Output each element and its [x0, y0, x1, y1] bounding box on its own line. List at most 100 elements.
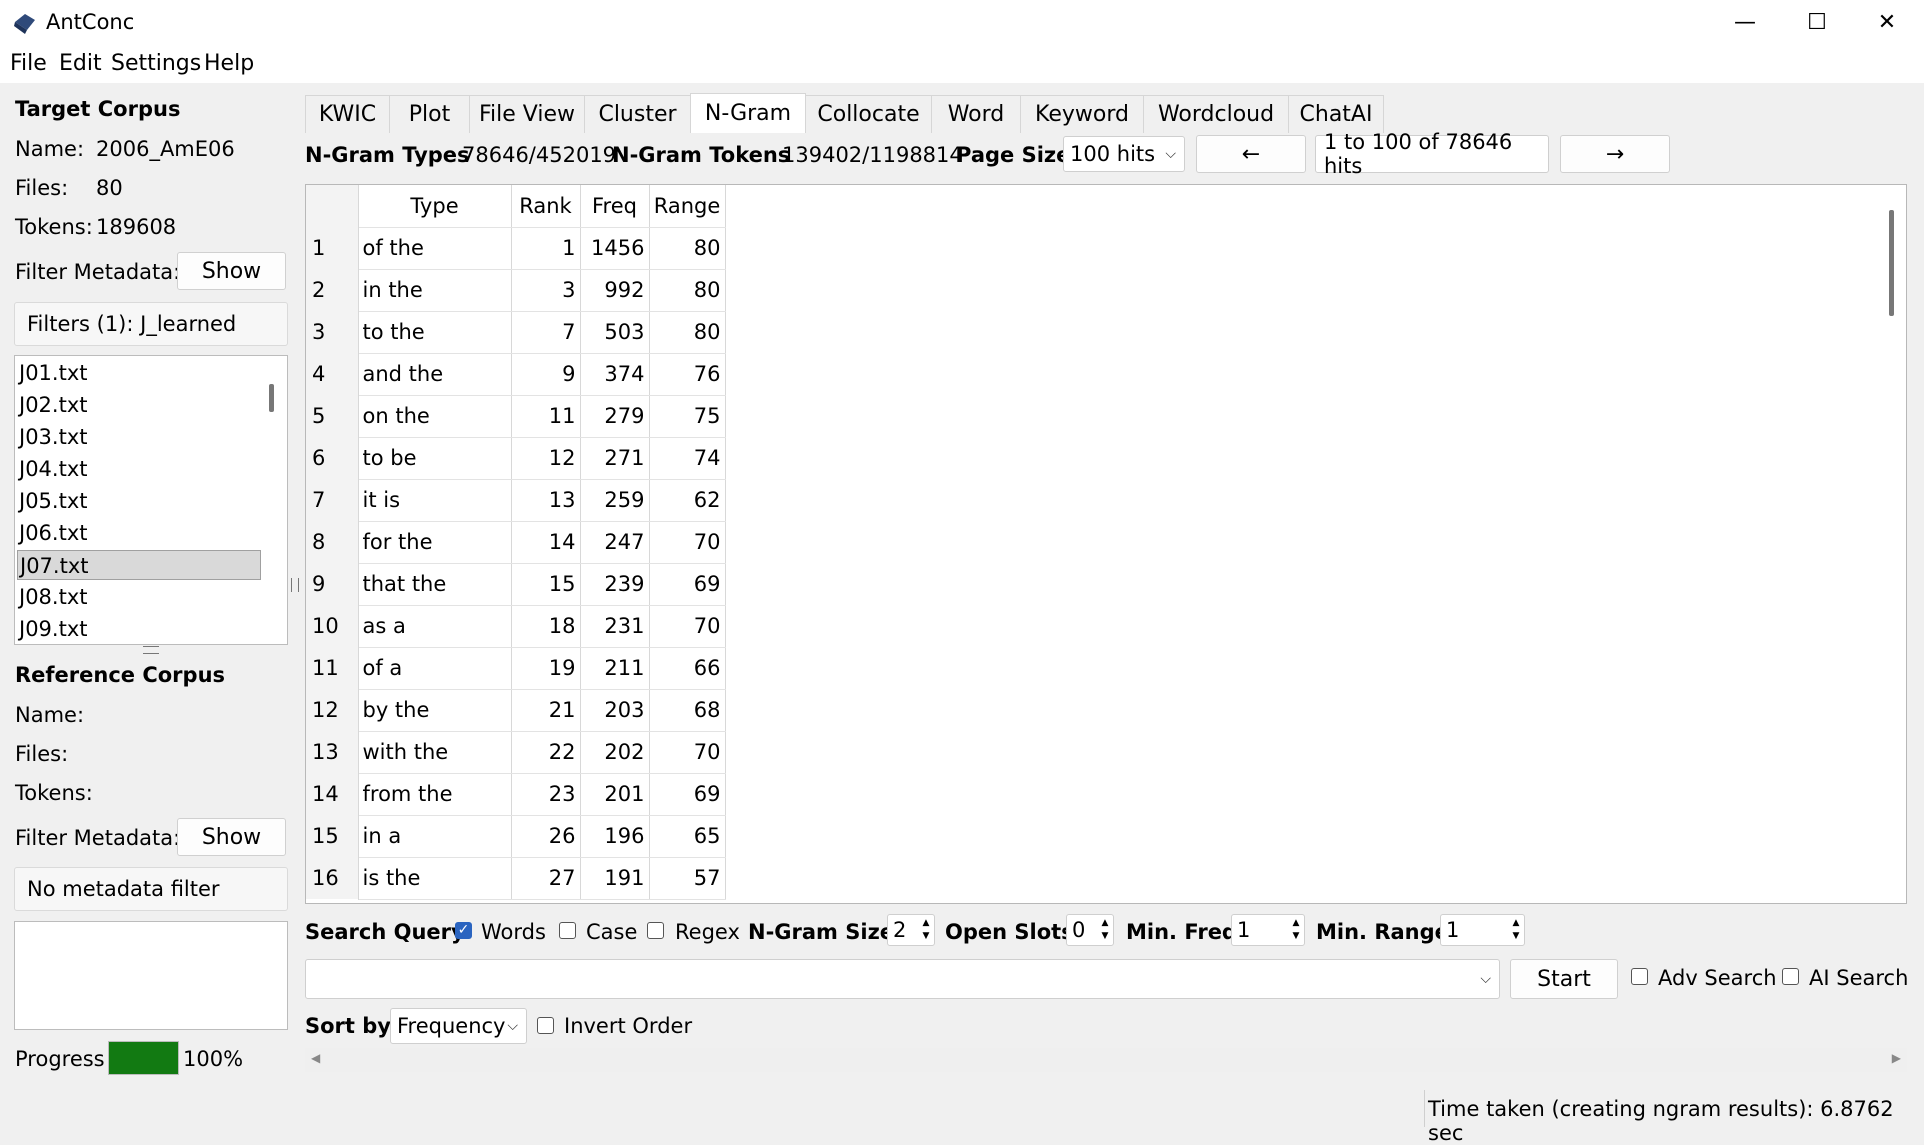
menu-edit[interactable]: Edit [59, 51, 102, 76]
tab-keyword[interactable]: Keyword [1020, 95, 1144, 133]
table-row[interactable]: 8 for the 14 247 70 [306, 521, 726, 564]
minimize-button[interactable]: — [1710, 0, 1780, 45]
cell-rank: 12 [511, 437, 581, 480]
words-checkbox[interactable]: ✓ [455, 922, 472, 939]
menu-help[interactable]: Help [204, 51, 254, 76]
file-list-item[interactable]: J02.txt [17, 390, 261, 420]
vertical-splitter-handle[interactable] [143, 646, 159, 654]
min-range-spinner[interactable]: 1 ▲ ▼ [1440, 914, 1525, 946]
cell-type: that the [358, 563, 512, 606]
tab-file-view[interactable]: File View [469, 95, 585, 133]
tab-n-gram[interactable]: N-Gram [690, 93, 806, 133]
cell-type: from the [358, 773, 512, 816]
reference-file-list[interactable] [14, 921, 288, 1030]
close-button[interactable]: ✕ [1852, 0, 1922, 45]
ai-search-checkbox[interactable] [1782, 968, 1799, 985]
spin-up-icon[interactable]: ▲ [1099, 917, 1111, 930]
prev-page-button[interactable]: ← [1196, 135, 1306, 173]
reference-filter-box[interactable]: No metadata filter [14, 867, 288, 911]
table-row[interactable]: 7 it is 13 259 62 [306, 479, 726, 522]
table-row[interactable]: 10 as a 18 231 70 [306, 605, 726, 648]
cell-freq: 239 [580, 563, 650, 606]
table-row[interactable]: 6 to be 12 271 74 [306, 437, 726, 480]
adv-search-checkbox[interactable] [1631, 968, 1648, 985]
cell-rank: 14 [511, 521, 581, 564]
file-list-item[interactable]: J05.txt [17, 486, 261, 516]
table-row[interactable]: 12 by the 21 203 68 [306, 689, 726, 732]
tab-wordcloud[interactable]: Wordcloud [1143, 95, 1289, 133]
next-page-button[interactable]: → [1560, 135, 1670, 173]
target-file-list[interactable]: J01.txt J02.txt J03.txt J04.txt J05.txt … [14, 355, 288, 645]
scroll-right-icon[interactable]: ▶ [1892, 1051, 1901, 1065]
tab-word[interactable]: Word [931, 95, 1021, 133]
start-button[interactable]: Start [1510, 959, 1618, 999]
cell-freq: 202 [580, 731, 650, 774]
file-list-scrollbar[interactable] [269, 384, 274, 412]
tab-cluster[interactable]: Cluster [584, 95, 691, 133]
open-slots-spinner[interactable]: 0 ▲ ▼ [1066, 914, 1114, 946]
file-list-item[interactable]: J06.txt [17, 518, 261, 548]
table-row[interactable]: 15 in a 26 196 65 [306, 815, 726, 858]
spin-up-icon[interactable]: ▲ [920, 917, 932, 930]
header-rank[interactable]: Rank [511, 185, 581, 228]
table-row[interactable]: 11 of a 19 211 66 [306, 647, 726, 690]
file-list-item[interactable]: J09.txt [17, 614, 261, 644]
reference-show-button[interactable]: Show [177, 818, 286, 856]
open-slots-value: 0 [1072, 918, 1086, 942]
target-filters-box[interactable]: Filters (1): J_learned [14, 302, 288, 346]
horizontal-splitter-handle[interactable] [291, 578, 299, 592]
table-scrollbar[interactable] [1889, 210, 1894, 316]
spin-down-icon[interactable]: ▼ [920, 930, 932, 943]
table-row[interactable]: 3 to the 7 503 80 [306, 311, 726, 354]
table-row[interactable]: 13 with the 22 202 70 [306, 731, 726, 774]
horizontal-scrollbar[interactable]: ◀ ▶ [305, 1048, 1907, 1072]
table-row[interactable]: 5 on the 11 279 75 [306, 395, 726, 438]
table-row[interactable]: 4 and the 9 374 76 [306, 353, 726, 396]
file-list-item-selected[interactable]: J07.txt [17, 550, 261, 580]
table-row[interactable]: 16 is the 27 191 57 [306, 857, 726, 900]
header-type[interactable]: Type [358, 185, 512, 228]
tab-collocate[interactable]: Collocate [805, 95, 932, 133]
spin-up-icon[interactable]: ▲ [1290, 917, 1302, 930]
spin-down-icon[interactable]: ▼ [1290, 930, 1302, 943]
ngram-size-spinner[interactable]: 2 ▲ ▼ [887, 914, 935, 946]
header-freq[interactable]: Freq [580, 185, 650, 228]
header-range[interactable]: Range [649, 185, 726, 228]
row-index: 1 [306, 227, 359, 269]
target-files-value: 80 [96, 176, 123, 200]
search-query-input[interactable]: ⌵ [305, 959, 1500, 999]
table-row[interactable]: 14 from the 23 201 69 [306, 773, 726, 816]
min-freq-spinner[interactable]: 1 ▲ ▼ [1231, 914, 1305, 946]
scroll-left-icon[interactable]: ◀ [311, 1051, 320, 1065]
spin-down-icon[interactable]: ▼ [1099, 930, 1111, 943]
file-list-item[interactable]: J08.txt [17, 582, 261, 612]
menu-settings[interactable]: Settings [111, 51, 201, 76]
file-list-item[interactable]: J01.txt [17, 358, 261, 388]
chevron-down-icon[interactable]: ⌵ [1480, 971, 1491, 987]
results-table[interactable]: Type Rank Freq Range 1 of the 1 1456 80 2 in t… [305, 184, 1907, 904]
file-list-item[interactable]: J03.txt [17, 422, 261, 452]
table-row[interactable]: 2 in the 3 992 80 [306, 269, 726, 312]
cell-rank: 21 [511, 689, 581, 732]
spin-down-icon[interactable]: ▼ [1510, 930, 1522, 943]
row-index: 2 [306, 269, 359, 311]
sort-by-dropdown[interactable]: Frequency ⌵ [390, 1008, 527, 1044]
menu-file[interactable]: File [10, 51, 47, 76]
tab-chatai[interactable]: ChatAI [1288, 95, 1384, 133]
maximize-button[interactable]: ☐ [1782, 0, 1852, 45]
page-size-dropdown[interactable]: 100 hits ⌵ [1063, 136, 1185, 172]
file-list-item[interactable]: J04.txt [17, 454, 261, 484]
case-checkbox[interactable] [559, 922, 576, 939]
table-row[interactable]: 1 of the 1 1456 80 [306, 227, 726, 270]
tab-kwic[interactable]: KWIC [305, 95, 390, 133]
regex-checkbox[interactable] [647, 922, 664, 939]
invert-order-checkbox[interactable] [537, 1017, 554, 1034]
target-show-button[interactable]: Show [177, 252, 286, 290]
tab-plot[interactable]: Plot [389, 95, 470, 133]
cell-range: 66 [649, 647, 726, 690]
spin-up-icon[interactable]: ▲ [1510, 917, 1522, 930]
cell-freq: 374 [580, 353, 650, 396]
cell-freq: 231 [580, 605, 650, 648]
page-range-field[interactable]: 1 to 100 of 78646 hits [1315, 130, 1549, 178]
table-row[interactable]: 9 that the 15 239 69 [306, 563, 726, 606]
